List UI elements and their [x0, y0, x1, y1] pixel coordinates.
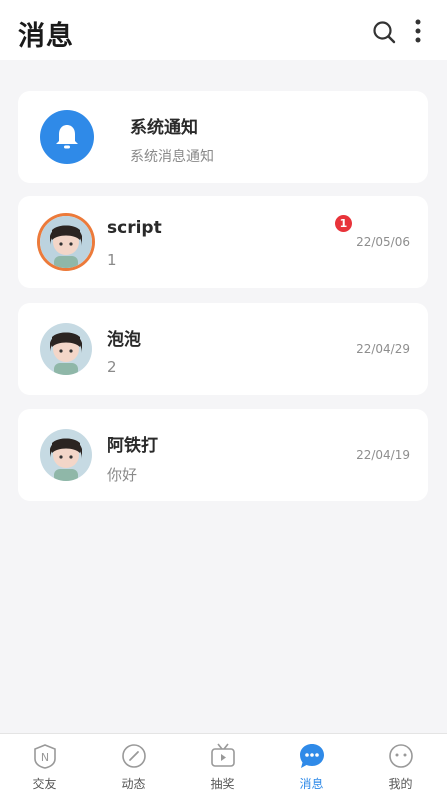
tab-label: 交友	[32, 777, 57, 791]
avatar	[40, 429, 92, 481]
tab-choujiang[interactable]: 抽奖	[178, 734, 267, 797]
top-bar: 消息	[0, 0, 447, 60]
conversation-name: 阿铁打	[107, 436, 158, 456]
system-notice-subtitle: 系统消息通知	[130, 149, 214, 165]
tab-jiaoyou[interactable]: N 交友	[0, 734, 89, 797]
tab-label: 抽奖	[210, 777, 235, 791]
conversation-name: 泡泡	[107, 330, 141, 350]
avatar	[40, 216, 92, 268]
conversation-item[interactable]: 泡泡 2 22/04/29	[18, 303, 428, 395]
avatar	[40, 323, 92, 375]
conversation-item[interactable]: 阿铁打 你好 22/04/19	[18, 409, 428, 501]
compass-icon	[122, 744, 146, 768]
system-notice-card[interactable]: 系统通知 系统消息通知	[18, 91, 428, 183]
conversation-preview: 你好	[107, 466, 138, 484]
conversation-name: script	[107, 218, 162, 238]
page-title: 消息	[18, 21, 74, 52]
conversation-preview: 1	[107, 251, 117, 269]
conversation-date: 22/05/06	[356, 235, 410, 249]
conversation-date: 22/04/19	[356, 448, 410, 462]
chat-bubble-icon	[300, 744, 324, 768]
unread-badge: 1	[335, 215, 352, 232]
bell-icon	[40, 110, 94, 164]
tab-xiaoxi[interactable]: 消息	[267, 734, 356, 797]
tab-label: 我的	[388, 777, 413, 791]
tab-wode[interactable]: 我的	[356, 734, 445, 797]
tv-icon	[211, 743, 235, 767]
more-vertical-icon[interactable]	[408, 18, 428, 44]
face-icon	[389, 744, 413, 768]
svg-text:N: N	[41, 751, 49, 764]
conversation-date: 22/04/29	[356, 342, 410, 356]
tab-label: 消息	[299, 777, 324, 791]
conversation-item[interactable]: script 1 1 22/05/06	[18, 196, 428, 288]
tab-label: 动态	[121, 777, 146, 791]
conversation-preview: 2	[107, 358, 117, 376]
system-notice-title: 系统通知	[130, 118, 198, 138]
n-badge-icon: N	[34, 744, 56, 769]
bottom-tab-bar: N 交友 动态 抽奖 消息 我的	[0, 733, 447, 797]
tab-dongtai[interactable]: 动态	[89, 734, 178, 797]
search-icon[interactable]	[372, 20, 396, 44]
